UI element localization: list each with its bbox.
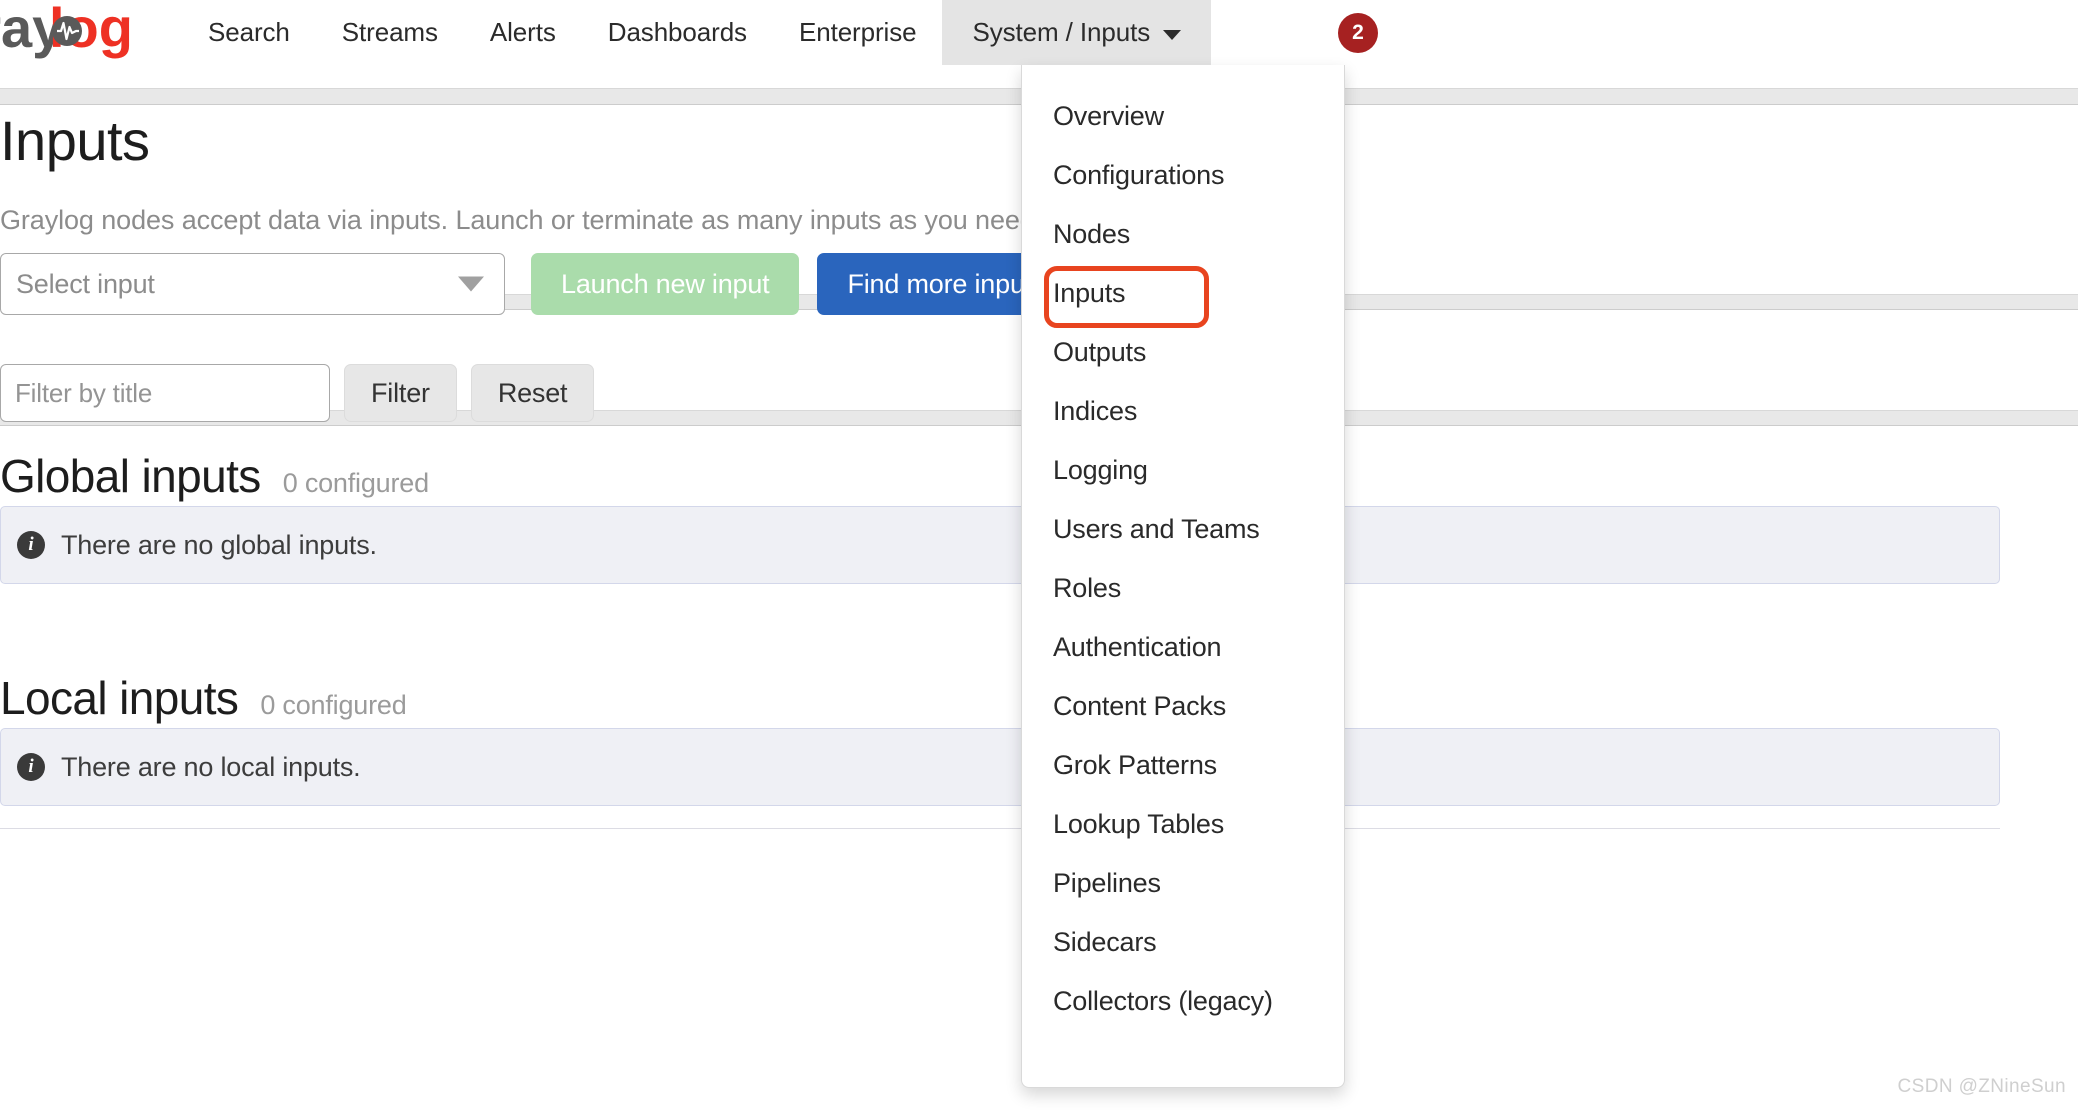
- navbar: gray log Search Streams Alerts Dashboard…: [0, 0, 2078, 65]
- menu-item-lookup-tables[interactable]: Lookup Tables: [1022, 795, 1344, 854]
- filter-button[interactable]: Filter: [344, 364, 457, 422]
- menu-item-nodes[interactable]: Nodes: [1022, 205, 1344, 264]
- select-input-dropdown[interactable]: Select input: [0, 253, 505, 315]
- section-title: Local inputs: [0, 672, 239, 724]
- section-count: 0 configured: [282, 468, 429, 498]
- menu-item-users-and-teams[interactable]: Users and Teams: [1022, 500, 1344, 559]
- filter-input-placeholder: Filter by title: [15, 377, 153, 408]
- menu-item-grok-patterns[interactable]: Grok Patterns: [1022, 736, 1344, 795]
- menu-item-authentication[interactable]: Authentication: [1022, 618, 1344, 677]
- empty-state-text: There are no local inputs.: [61, 751, 361, 782]
- section-header-global-inputs: Global inputs 0 configured: [0, 449, 429, 503]
- info-icon: i: [17, 531, 45, 559]
- section-title: Global inputs: [0, 450, 261, 502]
- empty-state-global-inputs: i There are no global inputs.: [0, 506, 2000, 584]
- menu-item-outputs[interactable]: Outputs: [1022, 323, 1344, 382]
- nav-item-dashboards[interactable]: Dashboards: [582, 0, 773, 65]
- watermark: CSDN @ZNineSun: [1897, 1076, 2066, 1097]
- info-icon: i: [17, 753, 45, 781]
- launch-new-input-button[interactable]: Launch new input: [531, 253, 800, 315]
- menu-item-content-packs[interactable]: Content Packs: [1022, 677, 1344, 736]
- select-input-placeholder: Select input: [16, 268, 155, 299]
- menu-item-indices[interactable]: Indices: [1022, 382, 1344, 441]
- filter-title-input[interactable]: Filter by title: [0, 364, 330, 422]
- empty-state-local-inputs: i There are no local inputs.: [0, 728, 2000, 806]
- nav-item-search[interactable]: Search: [182, 0, 316, 65]
- nav-item-streams[interactable]: Streams: [316, 0, 464, 65]
- menu-item-logging[interactable]: Logging: [1022, 441, 1344, 500]
- menu-item-inputs[interactable]: Inputs: [1022, 264, 1344, 328]
- divider-bottom: [0, 828, 2000, 829]
- nav-item-system-inputs-label: System / Inputs: [972, 17, 1151, 47]
- notification-badge[interactable]: 2: [1338, 13, 1378, 53]
- system-dropdown-menu: Overview Configurations Nodes Inputs Out…: [1021, 65, 1345, 1088]
- menu-item-roles[interactable]: Roles: [1022, 559, 1344, 618]
- caret-down-icon: [1163, 29, 1182, 40]
- menu-item-configurations[interactable]: Configurations: [1022, 146, 1344, 205]
- reset-button[interactable]: Reset: [470, 364, 595, 422]
- section-count: 0 configured: [260, 690, 407, 720]
- launch-input-row: Select input Launch new input Find more …: [0, 253, 1076, 315]
- nav-item-alerts[interactable]: Alerts: [464, 0, 582, 65]
- chevron-down-icon: [458, 276, 484, 292]
- graylog-logo[interactable]: gray log: [0, 3, 155, 61]
- menu-item-pipelines[interactable]: Pipelines: [1022, 854, 1344, 913]
- app-screen: Inputs Graylog nodes accept data via inp…: [0, 0, 2078, 1110]
- menu-item-collectors-legacy[interactable]: Collectors (legacy): [1022, 972, 1344, 1031]
- empty-state-text: There are no global inputs.: [61, 529, 377, 560]
- menu-item-overview[interactable]: Overview: [1022, 87, 1344, 146]
- nav-item-enterprise[interactable]: Enterprise: [773, 0, 943, 65]
- page-description: Graylog nodes accept data via inputs. La…: [0, 205, 1104, 235]
- nav-item-system-inputs[interactable]: System / Inputs: [942, 0, 1212, 65]
- section-header-local-inputs: Local inputs 0 configured: [0, 671, 407, 725]
- menu-item-sidecars[interactable]: Sidecars: [1022, 913, 1344, 972]
- page-title: Inputs: [0, 109, 150, 172]
- navbar-links: Search Streams Alerts Dashboards Enterpr…: [182, 0, 1212, 65]
- filter-row: Filter by title Filter Reset: [0, 364, 595, 422]
